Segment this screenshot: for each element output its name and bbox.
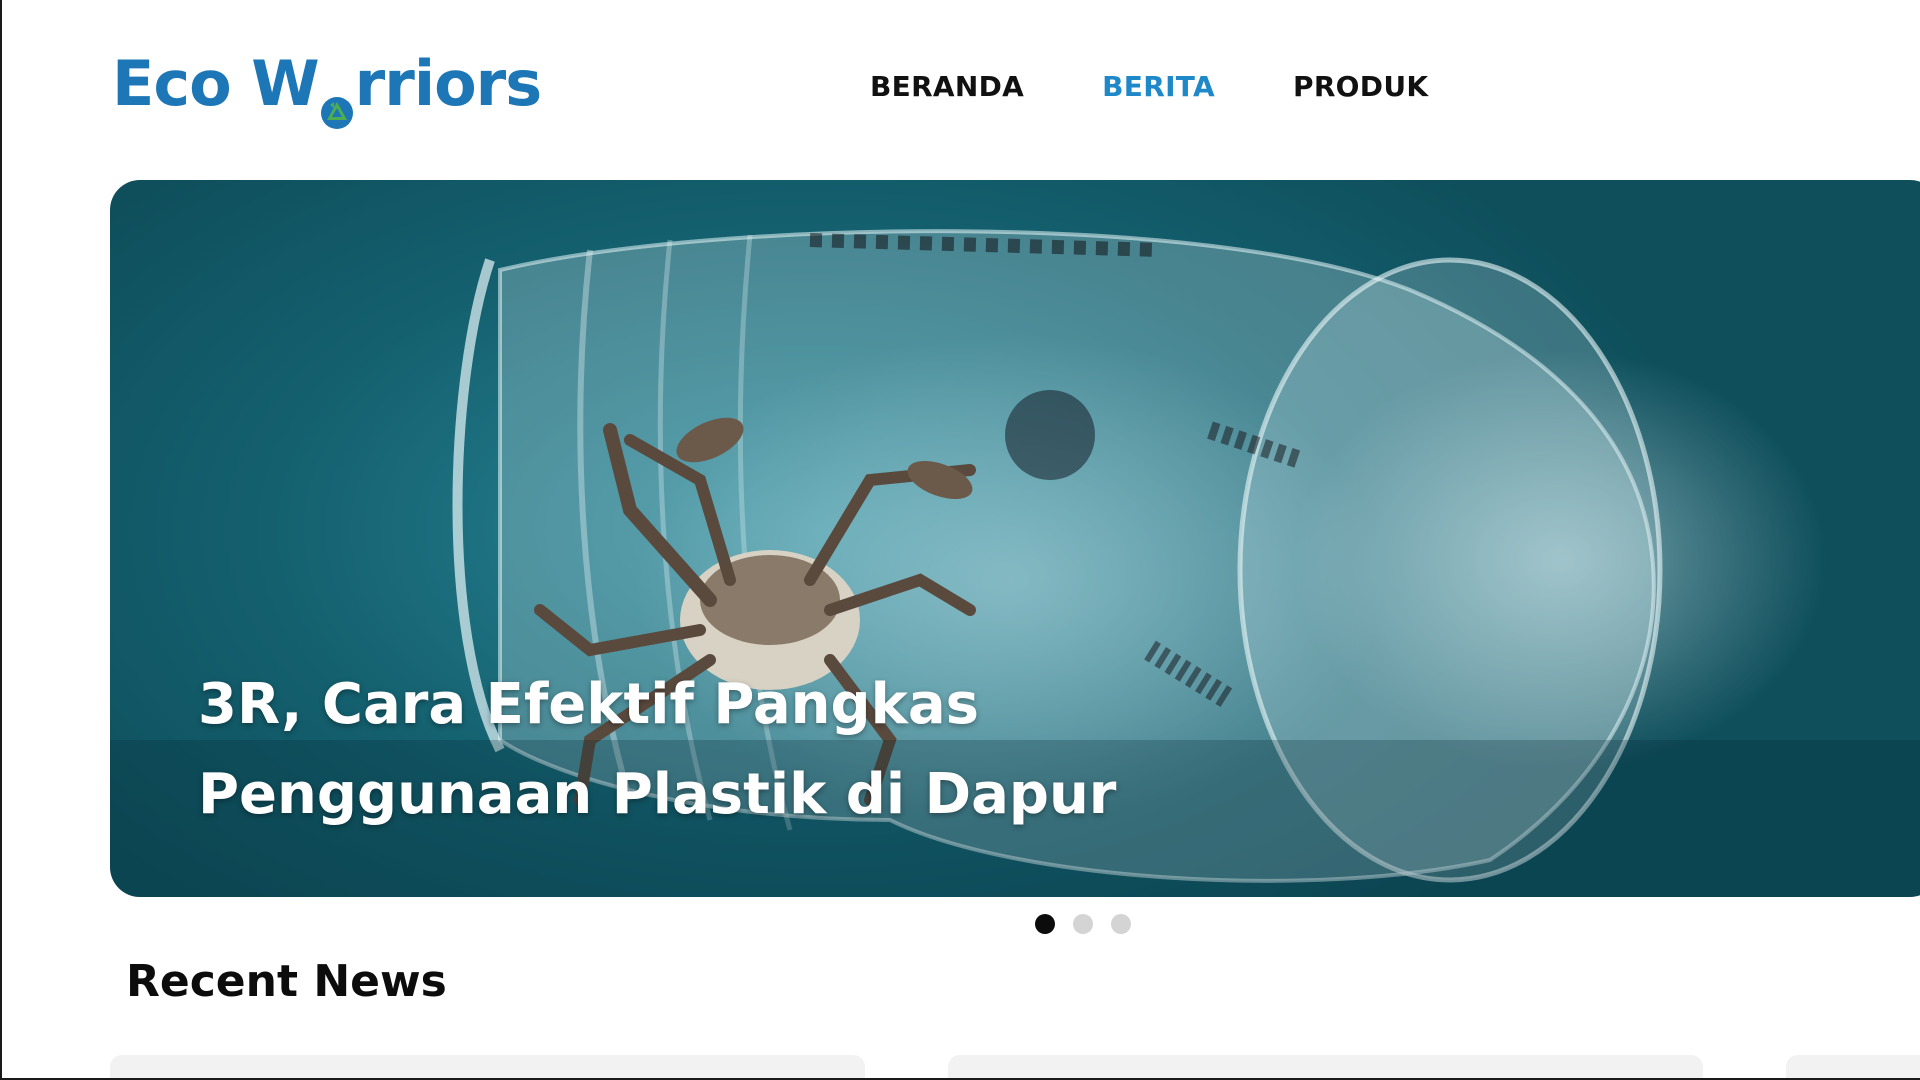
carousel-dot-2[interactable]	[1073, 914, 1093, 934]
nav-item-beranda[interactable]: BERANDA	[870, 70, 1024, 103]
logo-text-right: rriors	[354, 46, 542, 120]
main-nav: BERANDA BERITA PRODUK	[870, 70, 1428, 103]
nav-item-berita[interactable]: BERITA	[1102, 70, 1215, 103]
logo-text-left: Eco W	[112, 46, 320, 120]
recycle-icon	[320, 72, 354, 129]
hero-title-line1: 3R, Cara Efektif Pangkas	[198, 672, 979, 737]
hero-title-line2: Penggunaan Plastik di Dapur	[198, 762, 1117, 827]
hero-title[interactable]: 3R, Cara Efektif Pangkas Penggunaan Plas…	[198, 660, 1198, 840]
carousel-dot-3[interactable]	[1111, 914, 1131, 934]
news-card[interactable]	[110, 1055, 865, 1078]
carousel-dot-1[interactable]	[1035, 914, 1055, 934]
nav-item-produk[interactable]: PRODUK	[1293, 70, 1428, 103]
recent-news-title: Recent News	[126, 956, 447, 1007]
hero-carousel[interactable]: 3R, Cara Efektif Pangkas Penggunaan Plas…	[110, 180, 1920, 897]
logo[interactable]: Eco W rriors	[112, 46, 542, 129]
carousel-dots	[1035, 914, 1131, 934]
page: Eco W rriors BERANDA BERITA PRODUK 3R, C…	[0, 0, 1920, 1080]
news-card[interactable]	[948, 1055, 1703, 1078]
news-card[interactable]	[1786, 1055, 1920, 1078]
